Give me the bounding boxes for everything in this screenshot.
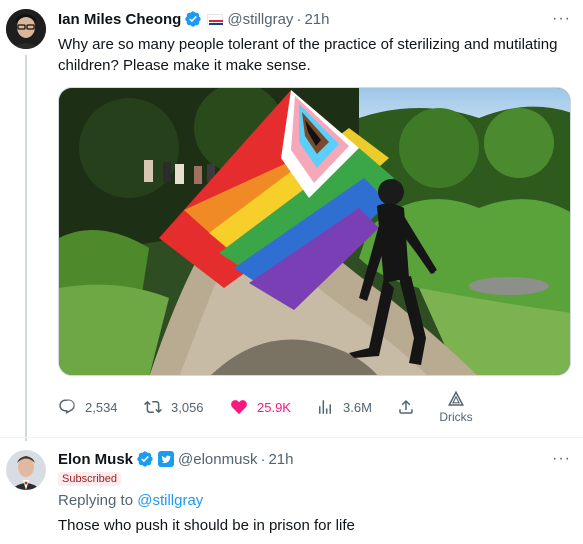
tweet-header: Elon Musk @elonmusk · 21h — [58, 450, 293, 468]
reply-count: 2,534 — [85, 399, 118, 415]
tweet-text: Those who push it should be in prison fo… — [58, 517, 355, 534]
dricks-tip-button[interactable]: Dricks — [428, 390, 484, 424]
avatar-image — [6, 9, 46, 49]
separator-dot: · — [260, 450, 266, 468]
more-options-icon[interactable]: ··· — [552, 450, 571, 468]
verified-badge-icon — [136, 450, 154, 468]
author-handle[interactable]: @stillgray — [227, 11, 293, 28]
tweet-actions: 2,534 3,056 25.9K 3.6M Dricks — [58, 390, 478, 424]
retweet-count: 3,056 — [171, 399, 204, 415]
views-chart-icon — [319, 400, 331, 414]
views-button[interactable]: 3.6M — [316, 398, 372, 416]
timestamp[interactable]: 21h — [268, 451, 293, 468]
retweet-icon — [144, 400, 162, 414]
author-name[interactable]: Elon Musk — [58, 451, 133, 468]
twitter-bird-badge-icon — [158, 451, 175, 467]
tip-triangle-icon — [448, 390, 464, 406]
separator-dot: · — [296, 10, 302, 28]
tweet-header: Ian Miles Cheong @stillgray · 21h — [58, 10, 329, 28]
replying-to-label: Replying to — [58, 492, 134, 509]
tweet-ian-miles-cheong[interactable]: Ian Miles Cheong @stillgray · 21h ··· Wh… — [0, 0, 583, 441]
share-button[interactable] — [397, 398, 415, 416]
photo-flag-trail — [59, 88, 570, 375]
like-count: 25.9K — [257, 399, 291, 415]
timestamp[interactable]: 21h — [304, 11, 329, 28]
affiliation-badge-icon — [207, 13, 224, 25]
tweet-image[interactable] — [58, 87, 571, 376]
author-handle[interactable]: @elonmusk — [178, 451, 257, 468]
thread-line — [25, 55, 27, 441]
like-button[interactable]: 25.9K — [230, 398, 291, 416]
reply-button[interactable]: 2,534 — [58, 398, 118, 416]
replying-to: Replying to @stillgray — [58, 492, 203, 509]
avatar[interactable] — [6, 9, 46, 49]
author-name[interactable]: Ian Miles Cheong — [58, 11, 181, 28]
subscribed-badge: Subscribed — [58, 472, 122, 486]
tweet-text: Why are so many people tolerant of the p… — [58, 36, 558, 74]
reply-icon — [59, 399, 75, 415]
views-count: 3.6M — [343, 399, 372, 415]
heart-filled-icon — [231, 400, 247, 415]
verified-badge-icon — [184, 10, 202, 28]
avatar[interactable] — [6, 450, 46, 490]
replying-to-handle-link[interactable]: @stillgray — [137, 492, 203, 509]
dricks-label: Dricks — [439, 410, 473, 424]
retweet-button[interactable]: 3,056 — [144, 398, 204, 416]
more-options-icon[interactable]: ··· — [552, 10, 571, 28]
share-icon — [399, 399, 413, 414]
avatar-image — [6, 450, 46, 490]
tweet-elon-musk[interactable]: Elon Musk @elonmusk · 21h ··· Subscribed… — [0, 437, 583, 544]
